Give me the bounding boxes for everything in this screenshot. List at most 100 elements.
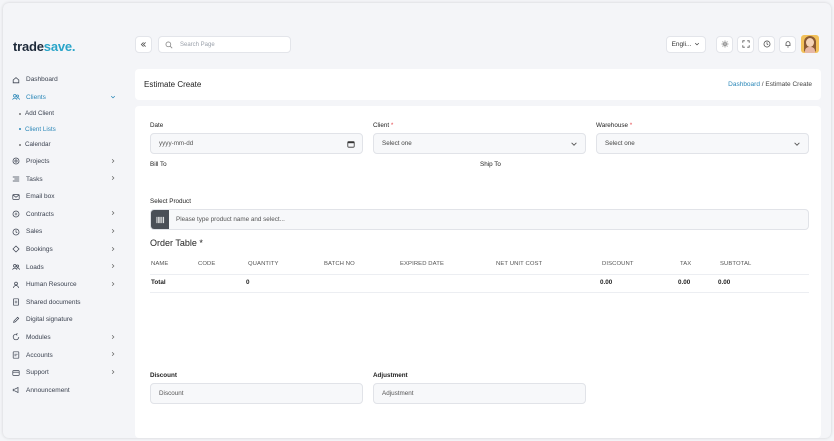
- warehouse-label: Warehouse *: [596, 122, 632, 129]
- sidebar-item-icon: [12, 93, 20, 101]
- sidebar-item-accounts[interactable]: Accounts: [3, 346, 123, 364]
- app-frame: tradesave. Search Page Engli... Dashboar…: [3, 3, 831, 438]
- adjustment-placeholder: Adjustment: [382, 390, 414, 397]
- target-icon: [12, 158, 20, 165]
- breadcrumb-separator: /: [761, 81, 764, 88]
- fullscreen-button[interactable]: [737, 35, 754, 53]
- collapse-sidebar-button[interactable]: [135, 36, 152, 53]
- barcode-button[interactable]: [151, 210, 169, 229]
- breadcrumb: Dashboard / Estimate Create: [728, 81, 812, 88]
- top-bar: Search Page Engli...: [133, 33, 825, 58]
- users-icon: [12, 264, 20, 271]
- product-search-input[interactable]: Please type product name and select...: [150, 209, 809, 230]
- sidebar-subitem-label: Calendar: [25, 141, 51, 149]
- brand-logo[interactable]: tradesave.: [13, 39, 76, 54]
- chevron-right-icon: [111, 352, 115, 357]
- sidebar-item-label: Contracts: [26, 210, 54, 218]
- search-box[interactable]: Search Page: [158, 36, 291, 53]
- calendar-icon: [347, 141, 355, 148]
- sidebar-item-contracts[interactable]: Contracts: [3, 205, 123, 223]
- breadcrumb-dashboard-link[interactable]: Dashboard: [728, 81, 760, 88]
- total-subtotal: 0.00: [718, 279, 731, 286]
- discount-input[interactable]: Discount: [150, 383, 363, 404]
- mail-icon: [12, 193, 20, 200]
- notifications-button[interactable]: [779, 35, 796, 53]
- column-header-tax: TAX: [680, 261, 692, 267]
- sidebar-item-label: Projects: [26, 157, 50, 165]
- sidebar-item-loads[interactable]: Loads: [3, 258, 123, 276]
- sidebar-item-sales[interactable]: Sales: [3, 223, 123, 241]
- sidebar-subitem-label: Add Client: [25, 110, 55, 118]
- sidebar-item-label: Digital signature: [26, 316, 73, 324]
- sidebar-item-human-resource[interactable]: Human Resource: [3, 276, 123, 294]
- home-icon: [12, 76, 20, 83]
- chevron-right-icon: [111, 281, 115, 286]
- client-label: Client *: [373, 122, 393, 129]
- sidebar-item-dashboard[interactable]: Dashboard: [3, 71, 123, 89]
- sidebar-item-icon: [12, 369, 20, 377]
- client-select[interactable]: Select one: [373, 133, 586, 154]
- users-icon: [12, 94, 20, 101]
- product-search-placeholder: Please type product name and select...: [176, 216, 285, 223]
- discount-label: Discount: [150, 372, 177, 379]
- page-title: Estimate Create: [144, 80, 202, 89]
- column-header-net-unit-cost: NET UNIT COST: [496, 261, 543, 267]
- sidebar-item-icon: [12, 281, 20, 289]
- sidebar-item-icon: [12, 386, 20, 394]
- sidebar-item-icon: [12, 210, 20, 218]
- chevron-right-icon: [111, 334, 115, 339]
- column-header-batch-no: BATCH NO: [324, 261, 355, 267]
- bookings-icon: [12, 245, 20, 254]
- sidebar-item-projects[interactable]: Projects: [3, 153, 123, 171]
- sidebar-item-email-box[interactable]: Email box: [3, 188, 123, 206]
- sidebar-item-label: Email box: [26, 193, 55, 201]
- sidebar-item-label: Modules: [26, 333, 51, 341]
- warehouse-select[interactable]: Select one: [596, 133, 809, 154]
- user-avatar[interactable]: [801, 35, 819, 53]
- chevron-right-icon: [111, 369, 115, 374]
- adjustment-input[interactable]: Adjustment: [373, 383, 586, 404]
- chevron-down-icon: [110, 95, 116, 99]
- sidebar-item-bookings[interactable]: Bookings: [3, 241, 123, 259]
- sidebar-item-clients[interactable]: Clients: [3, 89, 123, 107]
- chevron-down-icon: [695, 42, 700, 46]
- sidebar-item-label: Sales: [26, 228, 43, 236]
- chevron-right-icon: [111, 229, 115, 234]
- column-header-subtotal: SUBTOTAL: [720, 261, 752, 267]
- sidebar-subitem-add-client[interactable]: Add Client: [3, 106, 123, 122]
- select-product-label: Select Product: [150, 198, 191, 205]
- sidebar-item-label: Bookings: [26, 245, 53, 253]
- sidebar-subitem-calendar[interactable]: Calendar: [3, 137, 123, 153]
- column-header-code: CODE: [198, 261, 216, 267]
- bill-to-label: Bill To: [150, 161, 167, 168]
- double-chevron-left-icon: [140, 42, 146, 47]
- date-label: Date: [150, 122, 164, 129]
- sales-icon: [12, 228, 20, 236]
- timer-button[interactable]: [758, 35, 775, 53]
- brand-logo-part1: trade: [13, 39, 44, 54]
- estimate-form-card: Date yyyy-mm-dd Client * Select one Ware…: [135, 106, 821, 438]
- column-header-expired-date: EXPIRED DATE: [400, 261, 444, 267]
- bullet-dot: [19, 128, 21, 131]
- search-placeholder: Search Page: [180, 41, 215, 48]
- date-input[interactable]: yyyy-mm-dd: [150, 133, 363, 154]
- column-header-discount: DISCOUNT: [602, 261, 634, 267]
- sidebar-item-announcement[interactable]: Announcement: [3, 381, 123, 399]
- sidebar-item-modules[interactable]: Modules: [3, 329, 123, 347]
- sidebar-item-label: Loads: [26, 263, 44, 271]
- sidebar-item-icon: [12, 76, 20, 84]
- sidebar-item-shared-documents[interactable]: Shared documents: [3, 293, 123, 311]
- sidebar-subitem-client-lists[interactable]: Client Lists: [3, 122, 123, 138]
- brand-logo-part2: save.: [43, 39, 76, 54]
- settings-button[interactable]: [716, 35, 733, 53]
- client-required-mark: *: [390, 122, 394, 129]
- order-table-title: Order Table *: [150, 238, 203, 248]
- sidebar-item-support[interactable]: Support: [3, 364, 123, 382]
- sidebar-item-tasks[interactable]: Tasks: [3, 170, 123, 188]
- sidebar-item-digital-signature[interactable]: Digital signature: [3, 311, 123, 329]
- avatar-face: [806, 38, 814, 47]
- user-icon: [13, 281, 19, 288]
- language-value: Engli...: [671, 40, 692, 48]
- language-select[interactable]: Engli...: [666, 35, 706, 53]
- sidebar-item-label: Clients: [26, 93, 46, 101]
